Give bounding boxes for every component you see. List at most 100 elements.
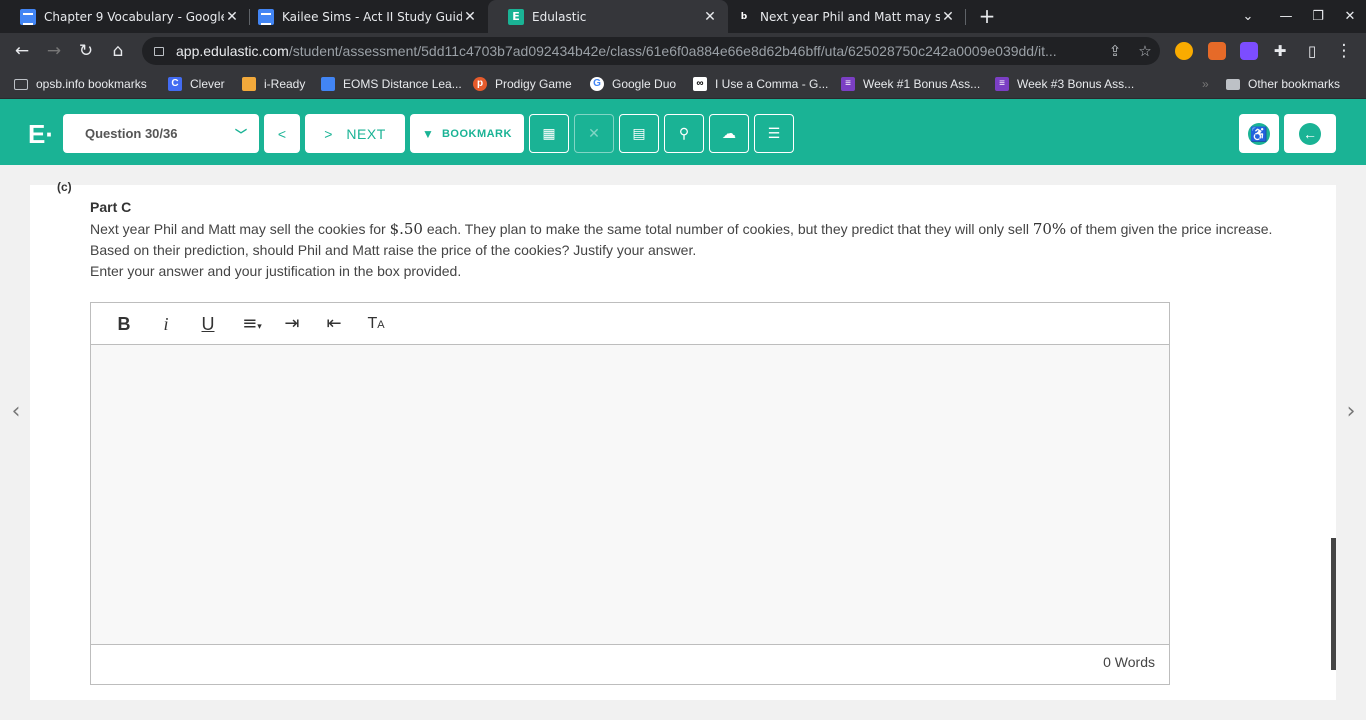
bookmarks-bar: opsb.info bookmarks C Clever i-Ready EOMS…	[0, 69, 1366, 99]
question-stem: Next year Phil and Matt may sell the coo…	[90, 219, 1290, 282]
next-label: NEXT	[346, 125, 386, 142]
indent-icon[interactable]: ⇥	[279, 311, 305, 337]
scrollbar-thumb[interactable]	[1331, 538, 1336, 670]
price-value: $.50	[389, 220, 423, 238]
bookmark-week-3[interactable]: ≡ Week #3 Bonus Ass...	[995, 75, 1134, 93]
menu-icon: ☰	[767, 125, 781, 141]
crossout-icon: ✕	[588, 125, 600, 141]
save-button[interactable]: ☁	[709, 114, 749, 153]
percent-value: 70%	[1032, 220, 1067, 238]
home-icon[interactable]: ⌂	[103, 36, 133, 66]
answer-textarea[interactable]	[91, 345, 1169, 645]
stem-text-1: Next year Phil and Matt may sell the coo…	[90, 221, 390, 237]
folder-icon	[14, 78, 28, 90]
bookmark-google-duo[interactable]: G Google Duo	[590, 75, 676, 93]
bookmark-other[interactable]: Other bookmarks	[1226, 75, 1340, 93]
answer-editor: B i U ≡▾ ⇥ ⇤ TA 0 Words	[90, 302, 1170, 685]
menu-button[interactable]: ☰	[754, 114, 794, 153]
new-tab-button[interactable]: +	[976, 5, 998, 27]
address-url[interactable]: app.edulastic.com/student/assessment/5dd…	[176, 43, 1100, 59]
tab-brainly-question[interactable]: b Next year Phil and Matt may sell ✕	[716, 0, 966, 33]
close-icon[interactable]: ✕	[462, 9, 478, 25]
italic-icon[interactable]: i	[153, 311, 179, 337]
address-bar[interactable]: app.edulastic.com/student/assessment/5dd…	[142, 37, 1160, 65]
bookmark-week-1[interactable]: ≡ Week #1 Bonus Ass...	[841, 75, 980, 93]
accessibility-button[interactable]: ♿	[1239, 114, 1279, 153]
scratchpad-button[interactable]: ▤	[619, 114, 659, 153]
lock-icon	[154, 46, 164, 56]
question-select[interactable]: Question 30/36 ﹀	[63, 114, 259, 153]
tab-edulastic[interactable]: E Edulastic ✕	[488, 0, 728, 33]
accessibility-icon: ♿	[1248, 122, 1270, 145]
cloud-upload-icon: ☁	[722, 125, 736, 141]
chevron-down-icon: ﹀	[234, 128, 247, 142]
editor-toolbar: B i U ≡▾ ⇥ ⇤ TA	[91, 303, 1169, 345]
tab-search-chevron-icon[interactable]: ⌄	[1231, 0, 1265, 33]
bookmarks-overflow-icon[interactable]: »	[1202, 75, 1209, 93]
star-icon[interactable]: ☆	[1130, 42, 1160, 60]
exit-arrow-icon: ←	[1299, 122, 1321, 145]
list-icon: ≡	[995, 77, 1009, 91]
outdent-icon[interactable]: ⇤	[321, 311, 347, 337]
share-icon[interactable]: ⇪	[1100, 42, 1130, 60]
prodigy-icon: p	[473, 77, 487, 91]
extension-megaphone-icon[interactable]	[1208, 42, 1226, 60]
docs-icon	[321, 77, 335, 91]
chevron-left-icon: <	[277, 125, 287, 142]
docs-icon	[258, 8, 274, 25]
google-icon: G	[590, 77, 604, 91]
docs-icon	[20, 8, 36, 25]
bookmark-comma[interactable]: ∞ I Use a Comma - G...	[693, 75, 828, 93]
calculator-icon: ▦	[542, 125, 556, 141]
restore-icon[interactable]: ❐	[1301, 0, 1335, 33]
tab-title: Chapter 9 Vocabulary - Google D	[44, 9, 224, 24]
stem-instruction: Enter your answer and your justification…	[90, 263, 462, 279]
bookmark-prodigy[interactable]: p Prodigy Game	[473, 75, 572, 93]
extensions-puzzle-icon[interactable]: ✚	[1265, 36, 1295, 66]
browser-tab-strip: Chapter 9 Vocabulary - Google D ✕ Kailee…	[0, 0, 1366, 33]
chevron-right-icon: >	[324, 125, 333, 142]
bold-icon[interactable]: B	[111, 311, 137, 337]
edulastic-icon: E	[508, 8, 524, 25]
tab-kailee-sims-study-guide[interactable]: Kailee Sims - Act II Study Guide - ✕	[238, 0, 488, 33]
bookmark-eoms[interactable]: EOMS Distance Lea...	[321, 75, 462, 93]
calculator-button[interactable]: ▦	[529, 114, 569, 153]
assessment-header: E· Question 30/36 ﹀ < > NEXT ▼ BOOKMARK …	[0, 99, 1366, 165]
clear-formatting-icon[interactable]: TA	[363, 311, 389, 337]
tab-chapter-9-vocabulary[interactable]: Chapter 9 Vocabulary - Google D ✕	[0, 0, 250, 33]
exit-button[interactable]: ←	[1284, 114, 1336, 153]
reload-icon[interactable]: ↻	[71, 36, 101, 66]
bookmark-folder-opsb[interactable]: opsb.info bookmarks	[14, 75, 147, 93]
zoom-button[interactable]: ⚲	[664, 114, 704, 153]
next-question-arrow-icon[interactable]: ›	[1341, 398, 1361, 426]
browser-menu-icon[interactable]: ⋮	[1329, 36, 1359, 66]
forward-arrow-icon[interactable]: →	[39, 36, 69, 66]
underline-icon[interactable]: U	[195, 311, 221, 337]
bookmark-clever[interactable]: C Clever	[168, 75, 225, 93]
list-icon: ≡	[841, 77, 855, 91]
extension-on-icon[interactable]	[1175, 42, 1193, 60]
previous-question-arrow-icon[interactable]: ‹	[6, 398, 26, 426]
minimize-icon[interactable]: —	[1269, 0, 1303, 33]
close-icon[interactable]: ✕	[940, 9, 956, 25]
bookmark-icon: ▼	[422, 126, 434, 141]
brainly-icon: b	[740, 11, 748, 22]
back-arrow-icon[interactable]: ←	[7, 36, 37, 66]
window-close-icon[interactable]: ✕	[1333, 0, 1366, 33]
iready-icon	[242, 77, 256, 91]
align-dropdown-icon[interactable]: ≡▾	[235, 311, 269, 337]
folder-icon	[1226, 78, 1240, 90]
extension-purple-icon[interactable]	[1240, 42, 1258, 60]
side-panel-icon[interactable]: ▯	[1297, 36, 1327, 66]
edulastic-logo[interactable]: E·	[28, 119, 54, 150]
part-title: Part C	[90, 199, 132, 215]
previous-button[interactable]: <	[264, 114, 300, 153]
bookmark-iready[interactable]: i-Ready	[242, 75, 305, 93]
bookmark-button[interactable]: ▼ BOOKMARK	[410, 114, 524, 153]
next-button[interactable]: > NEXT	[305, 114, 405, 153]
eliminator-button[interactable]: ✕	[574, 114, 614, 153]
magnifier-icon: ⚲	[678, 125, 690, 141]
word-count: 0 Words	[1103, 654, 1155, 670]
tab-title: Kailee Sims - Act II Study Guide -	[282, 9, 462, 24]
tab-title: Next year Phil and Matt may sell	[760, 9, 940, 24]
